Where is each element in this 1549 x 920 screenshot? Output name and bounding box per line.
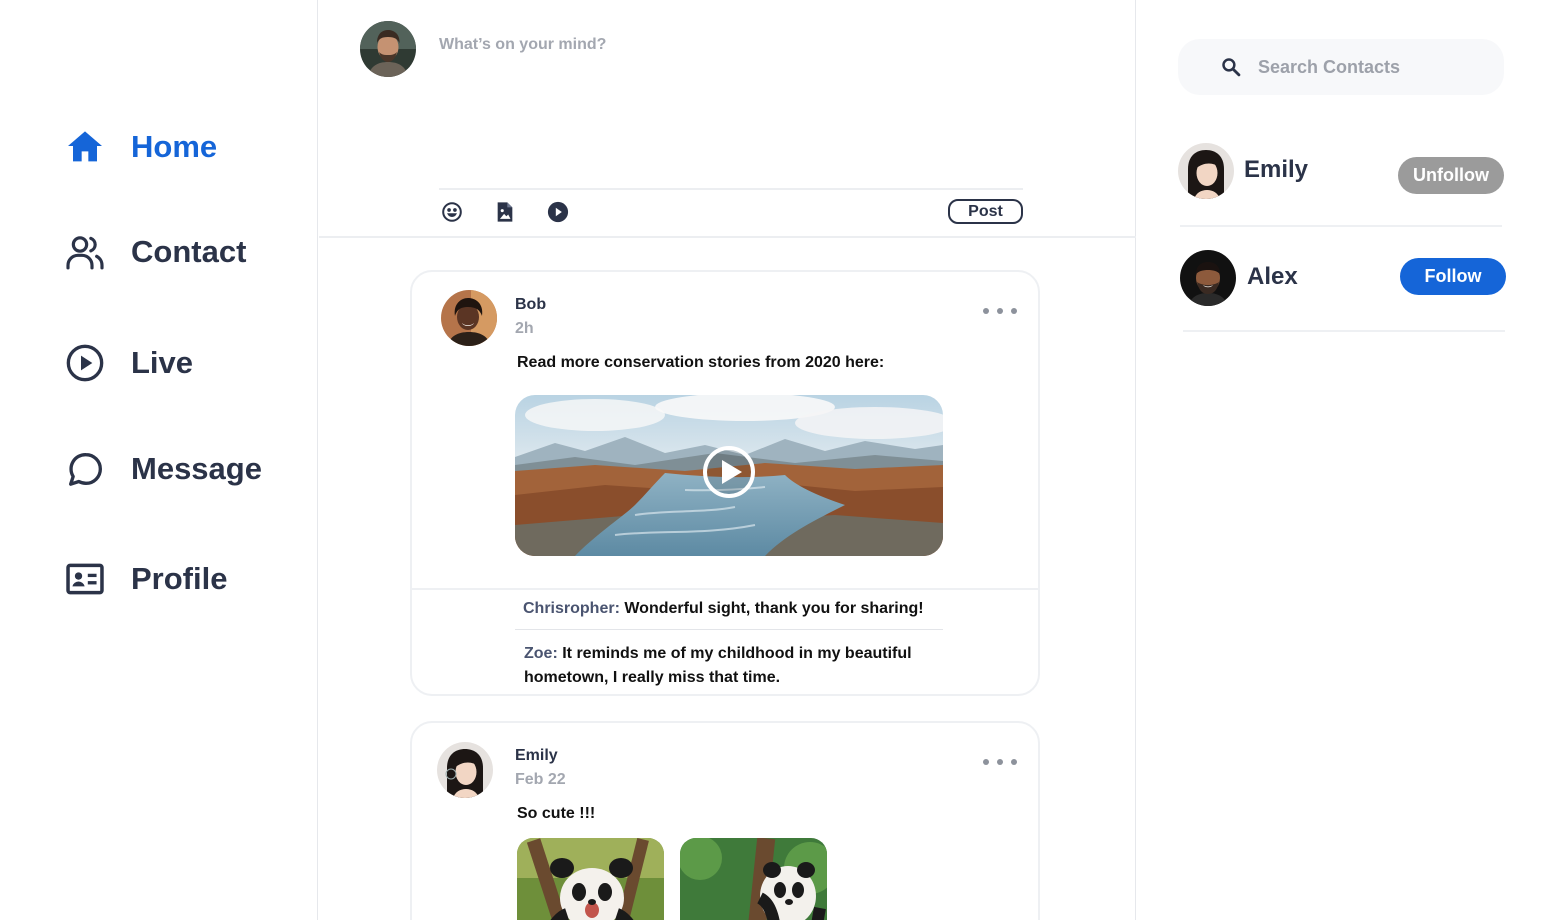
right-sidebar: Emily Unfollow Alex Follow <box>1137 0 1549 920</box>
search-input[interactable] <box>1258 56 1488 78</box>
contact-item: Alex Follow <box>1178 250 1508 308</box>
chat-bubble-icon <box>64 448 106 490</box>
follow-button[interactable]: Follow <box>1400 258 1506 295</box>
nav-item-message[interactable]: Message <box>64 445 262 493</box>
contact-name[interactable]: Alex <box>1247 263 1298 291</box>
composer-input[interactable] <box>439 36 999 54</box>
nav-label-contact: Contact <box>131 234 247 269</box>
divider <box>1183 330 1505 332</box>
nav-item-contact[interactable]: Contact <box>64 228 246 276</box>
post-time: Feb 22 <box>515 771 566 788</box>
play-circle-icon <box>64 342 106 384</box>
comment-text: It reminds me of my childhood in my beau… <box>524 645 912 686</box>
play-icon[interactable] <box>546 200 570 224</box>
post-text: Read more conservation stories from 2020… <box>517 354 885 371</box>
more-options-icon[interactable] <box>983 306 1017 316</box>
post-button[interactable]: Post <box>948 199 1023 224</box>
post-author[interactable]: Bob <box>515 296 546 314</box>
left-sidebar: Home Contact Live Message Profile <box>0 0 318 920</box>
emoji-icon[interactable] <box>440 200 464 224</box>
avatar[interactable] <box>1180 250 1236 306</box>
home-icon <box>64 126 106 168</box>
play-icon[interactable] <box>703 446 751 494</box>
nav-label-live: Live <box>131 345 194 380</box>
contact-name[interactable]: Emily <box>1244 156 1308 184</box>
main-feed-column: Post Bob 2h Read more conservation stori… <box>319 0 1136 920</box>
users-icon <box>64 231 106 273</box>
post-card: Bob 2h Read more conservation stories fr… <box>410 270 1040 696</box>
avatar <box>441 290 497 346</box>
post-text: So cute !!! <box>517 805 596 822</box>
composer-divider <box>439 188 1023 190</box>
nav-item-home[interactable]: Home <box>64 123 217 171</box>
comment-text: Wonderful sight, thank you for sharing! <box>619 600 924 617</box>
nav-item-live[interactable]: Live <box>64 339 193 387</box>
image-file-icon[interactable] <box>493 200 517 224</box>
nav-label-message: Message <box>131 451 262 486</box>
comment: Zoe: It reminds me of my childhood in my… <box>524 642 934 690</box>
divider <box>515 629 943 630</box>
more-options-icon[interactable] <box>983 757 1017 767</box>
divider <box>1180 225 1502 227</box>
avatar[interactable] <box>1178 143 1234 199</box>
search-icon <box>1220 56 1242 78</box>
comment: Chrisropher: Wonderful sight, thank you … <box>523 597 943 621</box>
post-card: Emily Feb 22 So cute !!! <box>410 721 1040 920</box>
post-photo[interactable] <box>517 838 664 920</box>
nav-label-home: Home <box>131 129 218 164</box>
nav-label-profile: Profile <box>131 561 228 596</box>
nav-item-profile[interactable]: Profile <box>64 555 227 603</box>
post-photo[interactable] <box>680 838 827 920</box>
post-composer: Post <box>319 0 1136 238</box>
avatar <box>437 742 493 798</box>
unfollow-button[interactable]: Unfollow <box>1398 157 1504 194</box>
comment-author[interactable]: Zoe: <box>524 645 558 662</box>
divider <box>412 588 1038 590</box>
contact-item: Emily Unfollow <box>1178 143 1508 201</box>
avatar <box>360 21 416 77</box>
search-contacts[interactable] <box>1178 39 1504 95</box>
post-time: 2h <box>515 320 534 337</box>
id-card-icon <box>64 558 106 600</box>
comment-author[interactable]: Chrisropher: <box>523 600 620 617</box>
post-author[interactable]: Emily <box>515 747 558 765</box>
